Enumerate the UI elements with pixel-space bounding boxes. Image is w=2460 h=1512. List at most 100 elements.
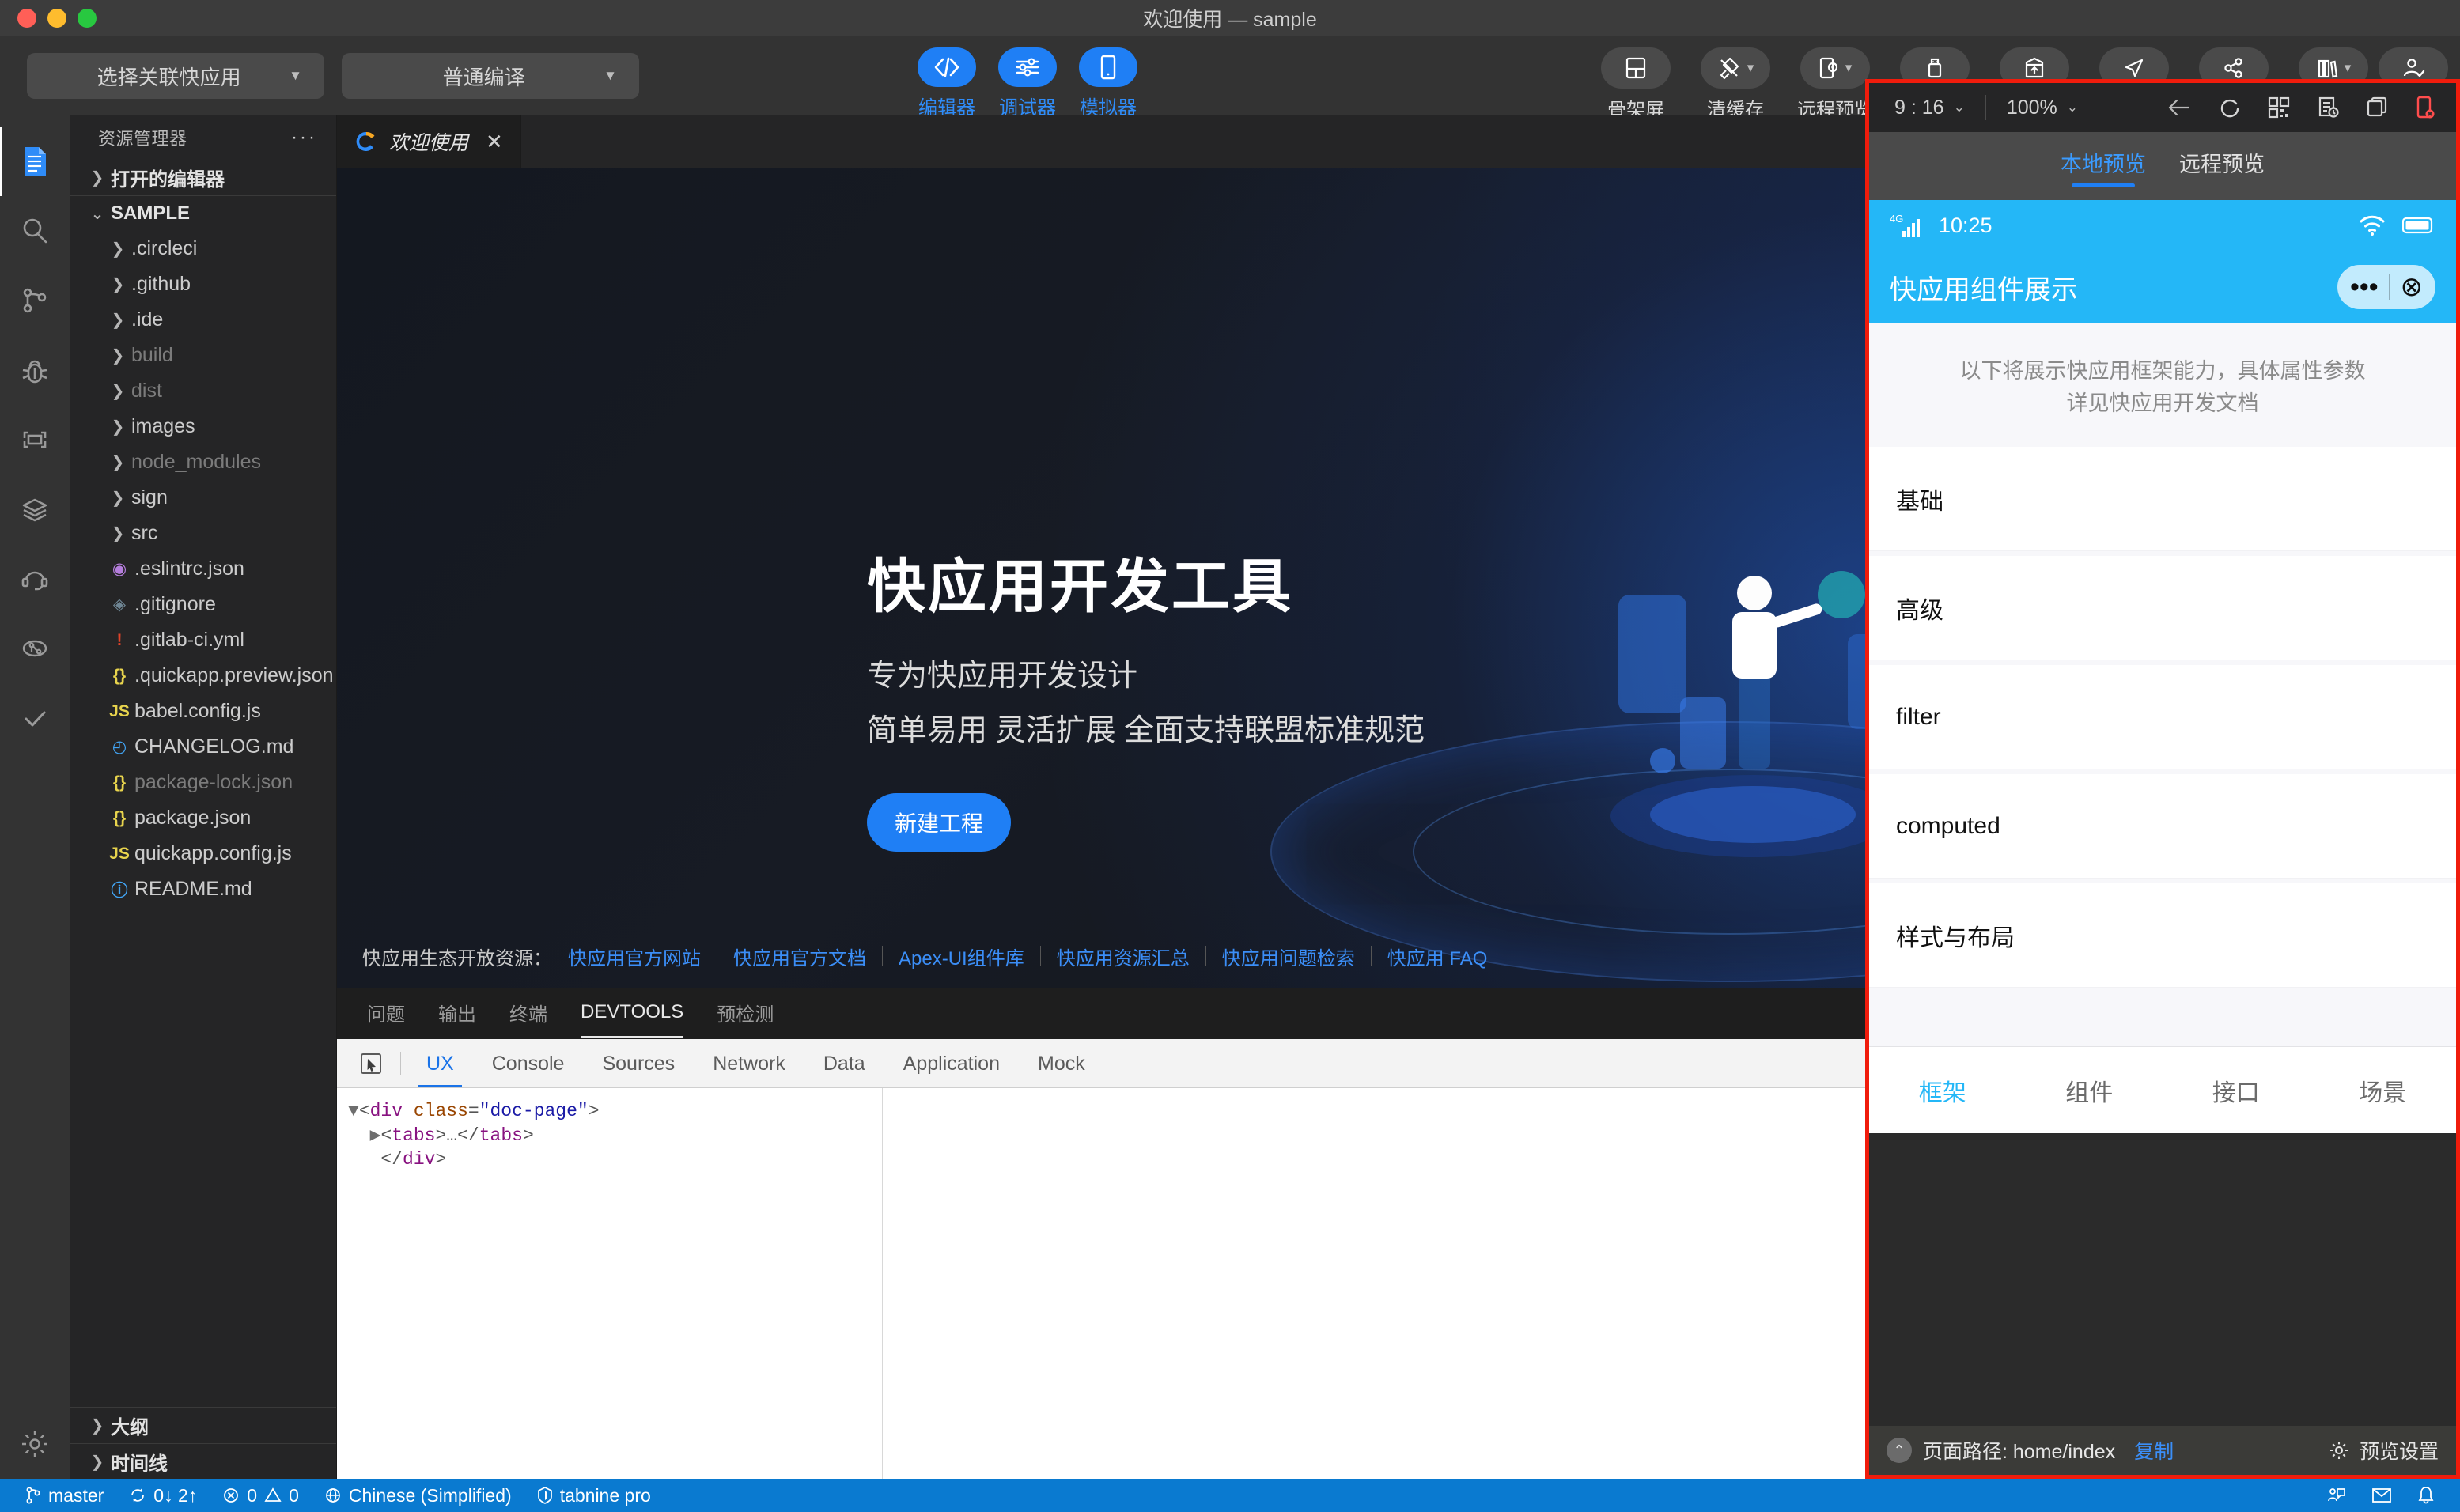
tab-welcome[interactable]: 欢迎使用 ✕ [337, 115, 521, 168]
settings-button[interactable] [0, 1409, 70, 1479]
qrcode-icon[interactable] [2268, 96, 2290, 119]
resource-link[interactable]: 快应用问题检索 [1206, 943, 1371, 970]
devtools-tab-data[interactable]: Data [804, 1040, 884, 1087]
tab-local-preview[interactable]: 本地预览 [2061, 147, 2146, 187]
status-language[interactable]: Chinese (Simplified) [312, 1485, 524, 1506]
explorer-section-timeline[interactable]: ❯ 时间线 [70, 1443, 336, 1479]
minimize-window-button[interactable] [47, 9, 66, 28]
back-icon[interactable] [2167, 97, 2192, 118]
phone-tab-场景[interactable]: 场景 [2359, 1073, 2406, 1108]
tree-folder[interactable]: ❯ .github [70, 266, 336, 302]
list-item[interactable]: filter [1869, 665, 2456, 770]
tree-file[interactable]: ⓘ README.md [70, 871, 336, 907]
sidebar-item-search[interactable] [0, 196, 70, 266]
feedback-icon[interactable] [2314, 1486, 2359, 1505]
devtools-tab-sources[interactable]: Sources [583, 1040, 694, 1087]
phone-tab-框架[interactable]: 框架 [1919, 1073, 1966, 1108]
devtools-tab-application[interactable]: Application [884, 1040, 1019, 1087]
status-branch[interactable]: master [13, 1485, 116, 1506]
tree-folder[interactable]: ❯ node_modules [70, 444, 336, 480]
chevron-up-icon[interactable]: ⌃ [1887, 1438, 1912, 1463]
panel-tab-terminal[interactable]: 终端 [509, 999, 547, 1030]
panel-tab-problems[interactable]: 问题 [367, 999, 405, 1030]
disclosure-triangle-icon[interactable]: ▶ [348, 1125, 381, 1146]
select-build-mode[interactable]: 普通编译 ▼ [342, 53, 639, 99]
tree-folder[interactable]: ❯ images [70, 409, 336, 444]
tree-folder[interactable]: ❯ src [70, 516, 336, 551]
mode-simulator-button[interactable]: 模拟器 [1079, 47, 1137, 119]
explorer-section-outline[interactable]: ❯ 大纲 [70, 1408, 336, 1443]
select-linked-app[interactable]: 选择关联快应用 ▼ [27, 53, 324, 99]
tree-folder[interactable]: ❯ sign [70, 480, 336, 516]
tab-remote-preview[interactable]: 远程预览 [2179, 147, 2265, 186]
tree-folder[interactable]: ❯ build [70, 338, 336, 373]
dom-node-line[interactable]: ▶<tabs>…</tabs> [348, 1124, 882, 1148]
sidebar-item-git-graph[interactable] [0, 614, 70, 683]
mode-editor-button[interactable]: 编辑器 [918, 47, 976, 119]
list-item[interactable]: computed [1869, 774, 2456, 879]
explorer-project-root[interactable]: ⌄ SAMPLE [70, 195, 336, 231]
sidebar-item-support[interactable] [0, 544, 70, 614]
menu-dots-icon[interactable]: ••• [2350, 272, 2379, 303]
resource-link[interactable]: Apex-UI组件库 [883, 943, 1040, 970]
phone-tab-接口[interactable]: 接口 [2212, 1073, 2260, 1108]
dom-node-line[interactable]: ▼<div class="doc-page"> [348, 1099, 882, 1124]
zoom-select[interactable]: 100% ⌄ [1996, 96, 2089, 119]
copy-path-button[interactable]: 复制 [2134, 1436, 2174, 1465]
status-problems[interactable]: 0 0 [210, 1485, 312, 1506]
phone-tab-组件[interactable]: 组件 [2065, 1073, 2113, 1108]
tree-file[interactable]: JS babel.config.js [70, 694, 336, 729]
preview-settings-button[interactable]: 预览设置 [2328, 1436, 2439, 1465]
new-project-button[interactable]: 新建工程 [867, 793, 1011, 852]
disclosure-triangle-icon[interactable] [348, 1149, 380, 1170]
mode-debugger-button[interactable]: 调试器 [998, 47, 1057, 119]
panel-tab-devtools[interactable]: DEVTOOLS [581, 1001, 684, 1038]
list-item[interactable]: 样式与布局 [1869, 883, 2456, 988]
resource-link[interactable]: 快应用官方网站 [552, 943, 717, 970]
devtools-tab-network[interactable]: Network [694, 1040, 804, 1087]
phone-capsule[interactable]: ••• ⊗ [2337, 265, 2435, 309]
dom-node-line[interactable]: </div> [348, 1147, 882, 1172]
sidebar-item-debug[interactable] [0, 335, 70, 405]
sidebar-item-todo[interactable] [0, 683, 70, 753]
panel-tab-output[interactable]: 输出 [438, 999, 476, 1030]
refresh-icon[interactable] [2219, 96, 2241, 119]
tree-file[interactable]: {} package.json [70, 800, 336, 836]
list-item[interactable]: 高级 [1869, 556, 2456, 661]
maximize-window-button[interactable] [78, 9, 97, 28]
window-controls[interactable] [0, 9, 97, 28]
tree-folder[interactable]: ❯ dist [70, 373, 336, 409]
resource-link[interactable]: 快应用官方文档 [717, 943, 882, 970]
panel-tab-precheck[interactable]: 预检测 [717, 999, 774, 1030]
tree-file[interactable]: {} package-lock.json [70, 765, 336, 800]
mail-icon[interactable] [2359, 1487, 2405, 1504]
devtools-tab-console[interactable]: Console [473, 1040, 584, 1087]
skeleton-screen-button[interactable]: 骨架屏 [1590, 47, 1682, 122]
tree-file[interactable]: JS quickapp.config.js [70, 836, 336, 871]
resource-link[interactable]: 快应用资源汇总 [1041, 943, 1205, 970]
status-sync[interactable]: 0↓ 2↑ [116, 1485, 210, 1506]
tree-file[interactable]: ◉ .eslintrc.json [70, 551, 336, 587]
tree-file[interactable]: ◈ .gitignore [70, 587, 336, 622]
explorer-open-editors[interactable]: ❯ 打开的编辑器 [70, 160, 336, 195]
sidebar-item-source-control[interactable] [0, 266, 70, 335]
clear-cache-button[interactable]: ▾ 清缓存 [1690, 47, 1781, 122]
bell-icon[interactable] [2405, 1486, 2447, 1505]
close-icon[interactable]: ✕ [486, 130, 503, 154]
disclosure-triangle-icon[interactable]: ▼ [348, 1101, 359, 1121]
dom-tree[interactable]: ▼<div class="doc-page"> ▶<tabs>…</tabs> … [337, 1088, 883, 1479]
status-tabnine[interactable]: tabnine pro [524, 1485, 664, 1506]
tree-file[interactable]: ◴ CHANGELOG.md [70, 729, 336, 765]
stop-phone-icon[interactable] [2415, 96, 2435, 119]
copy-window-icon[interactable] [2366, 96, 2388, 119]
list-item[interactable]: 基础 [1869, 447, 2456, 552]
sidebar-item-layers[interactable] [0, 474, 70, 544]
devtools-tab-ux[interactable]: UX [407, 1040, 473, 1087]
tree-folder[interactable]: ❯ .ide [70, 302, 336, 338]
inspect-element-icon[interactable] [348, 1052, 394, 1075]
tree-file[interactable]: {} .quickapp.preview.json [70, 658, 336, 694]
log-icon[interactable] [2317, 96, 2339, 119]
sidebar-item-remote[interactable] [0, 405, 70, 474]
tree-folder[interactable]: ❯ .circleci [70, 231, 336, 266]
devtools-tab-mock[interactable]: Mock [1019, 1040, 1104, 1087]
